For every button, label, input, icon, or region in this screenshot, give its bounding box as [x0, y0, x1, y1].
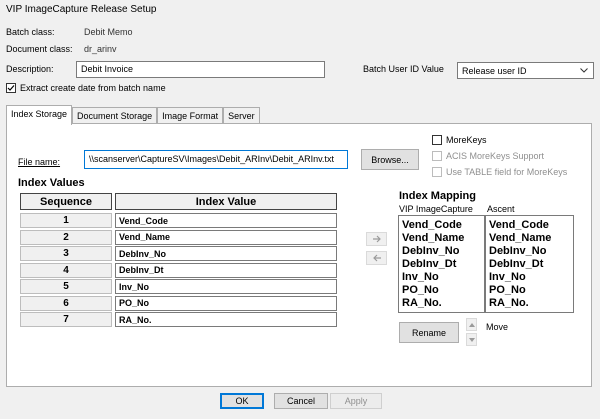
sequence-cell: 7 — [20, 312, 112, 327]
batch-user-id-label: Batch User ID Value — [363, 64, 444, 74]
vip-field-item[interactable]: Inv_No — [402, 271, 482, 284]
index-value-field[interactable]: PO_No — [115, 295, 337, 311]
sequence-cell: 4 — [20, 262, 112, 278]
ascent-column-label: Ascent — [487, 204, 515, 214]
tab-server[interactable]: Server — [223, 107, 260, 124]
batch-class-value: Debit Memo — [84, 27, 133, 37]
vip-field-item[interactable]: DebInv_Dt — [402, 258, 482, 271]
ascent-field-item[interactable]: Vend_Name — [489, 232, 571, 245]
vip-fields-list[interactable]: Vend_Code Vend_Name DebInv_No DebInv_Dt Inv_… — [398, 215, 485, 313]
vip-field-item[interactable]: Vend_Code — [402, 219, 482, 232]
ascent-field-item[interactable]: PO_No — [489, 284, 571, 297]
arrow-right-icon — [372, 235, 382, 243]
tab-image-format[interactable]: Image Format — [157, 107, 224, 124]
index-values-title: Index Values — [18, 177, 85, 189]
morekeys-checkbox[interactable] — [432, 135, 442, 145]
description-field[interactable]: Debit Invoice — [76, 61, 325, 78]
ascent-field-item[interactable]: DebInv_No — [489, 245, 571, 258]
cancel-button[interactable]: Cancel — [274, 393, 328, 409]
apply-button[interactable]: Apply — [330, 393, 382, 409]
file-name-label: File name: — [18, 157, 61, 167]
index-value-field[interactable]: RA_No. — [115, 312, 337, 327]
move-label: Move — [486, 322, 509, 332]
index-value-field[interactable]: Inv_No — [115, 279, 337, 294]
vip-column-label: VIP ImageCapture — [399, 204, 473, 214]
triangle-down-icon — [468, 337, 475, 342]
chevron-down-icon — [579, 66, 589, 76]
index-mapping-title: Index Mapping — [399, 190, 476, 202]
index-value-field[interactable]: Vend_Code — [115, 213, 337, 228]
document-class-label: Document class: — [6, 44, 73, 54]
acis-morekeys-row[interactable]: ACIS MoreKeys Support — [432, 151, 544, 161]
tab-document-storage[interactable]: Document Storage — [72, 107, 158, 124]
window-title: VIP ImageCapture Release Setup — [6, 4, 157, 15]
document-class-value: dr_arinv — [84, 44, 117, 54]
file-name-field[interactable]: \\scanserver\CaptureSV\Images\Debit_ARIn… — [84, 150, 348, 169]
batch-class-label: Batch class: — [6, 27, 55, 37]
index-value-field[interactable]: DebInv_Dt — [115, 262, 337, 278]
move-down-button[interactable] — [466, 333, 477, 346]
ok-button[interactable]: OK — [220, 393, 264, 409]
extract-date-label: Extract create date from batch name — [20, 83, 166, 93]
tab-strip: Index Storage Document Storage Image For… — [6, 105, 260, 125]
arrow-left-icon — [372, 254, 382, 262]
triangle-up-icon — [468, 322, 475, 327]
sequence-cell: 5 — [20, 279, 112, 294]
index-value-field[interactable]: Vend_Name — [115, 229, 337, 245]
acis-morekeys-checkbox[interactable] — [432, 151, 442, 161]
ascent-field-item[interactable]: Inv_No — [489, 271, 571, 284]
vip-field-item[interactable]: DebInv_No — [402, 245, 482, 258]
vip-field-item[interactable]: RA_No. — [402, 297, 482, 310]
morekeys-row[interactable]: MoreKeys — [432, 135, 487, 145]
acis-morekeys-label: ACIS MoreKeys Support — [446, 151, 545, 161]
tab-index-storage[interactable]: Index Storage — [6, 105, 73, 125]
ascent-field-item[interactable]: RA_No. — [489, 297, 571, 310]
morekeys-label: MoreKeys — [446, 135, 487, 145]
index-value-field[interactable]: DebInv_No — [115, 246, 337, 261]
add-mapping-button[interactable] — [366, 232, 387, 246]
vip-field-item[interactable]: PO_No — [402, 284, 482, 297]
table-field-row[interactable]: Use TABLE field for MoreKeys — [432, 167, 567, 177]
batch-user-id-selected: Release user ID — [462, 65, 527, 76]
index-value-header: Index Value — [115, 193, 337, 210]
sequence-cell: 2 — [20, 229, 112, 245]
vip-field-item[interactable]: Vend_Name — [402, 232, 482, 245]
table-field-checkbox[interactable] — [432, 167, 442, 177]
extract-date-checkbox-row[interactable]: Extract create date from batch name — [6, 83, 166, 93]
remove-mapping-button[interactable] — [366, 251, 387, 265]
browse-button[interactable]: Browse... — [361, 149, 419, 170]
rename-button[interactable]: Rename — [399, 322, 459, 343]
table-field-label: Use TABLE field for MoreKeys — [446, 167, 568, 177]
description-label: Description: — [6, 64, 54, 74]
sequence-header: Sequence — [20, 193, 112, 210]
sequence-cell: 3 — [20, 246, 112, 261]
sequence-cell: 1 — [20, 213, 112, 228]
ascent-field-item[interactable]: Vend_Code — [489, 219, 571, 232]
batch-user-id-select[interactable]: Release user ID — [457, 62, 594, 79]
ascent-fields-list[interactable]: Vend_Code Vend_Name DebInv_No DebInv_Dt Inv_… — [485, 215, 574, 313]
move-up-button[interactable] — [466, 318, 477, 331]
ascent-field-item[interactable]: DebInv_Dt — [489, 258, 571, 271]
sequence-cell: 6 — [20, 295, 112, 311]
extract-date-checkbox[interactable] — [6, 83, 16, 93]
